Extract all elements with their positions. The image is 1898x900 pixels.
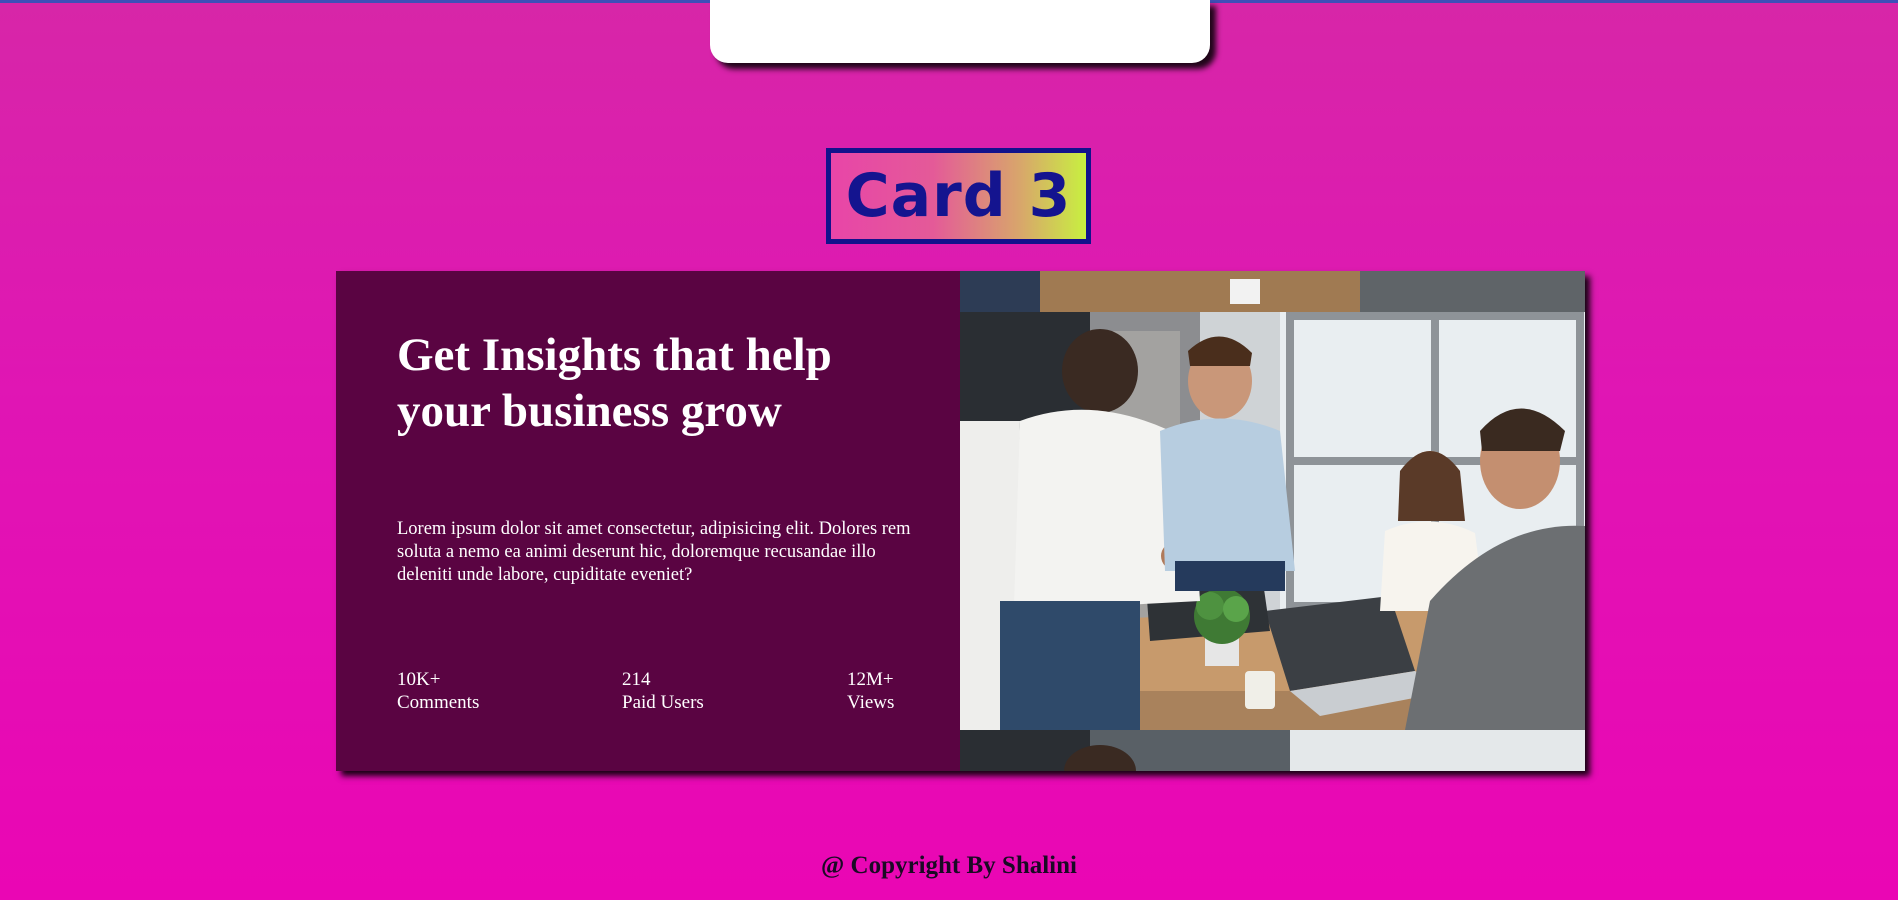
insights-card: Get Insights that help your business gro… [336, 271, 1585, 771]
stat-label: Views [847, 692, 895, 713]
stat-comments: 10K+ Comments [397, 668, 479, 714]
stat-value: 10K+ [397, 669, 441, 690]
insights-text-panel: Get Insights that help your business gro… [336, 271, 960, 771]
business-meeting-photo [960, 271, 1585, 771]
insights-description: Lorem ipsum dolor sit amet consectetur, … [397, 519, 911, 585]
stat-value: 12M+ [847, 669, 894, 690]
meeting-photo-illustration [960, 271, 1585, 771]
card-title: Card 3 [845, 161, 1072, 231]
stat-views: 12M+ Views [847, 668, 894, 714]
stat-value: 214 [622, 669, 651, 690]
previous-card-bottom [710, 0, 1210, 63]
insights-headline: Get Insights that help your business gro… [397, 329, 832, 437]
stat-label: Paid Users [622, 692, 704, 713]
stat-paid-users: 214 Paid Users [622, 668, 704, 714]
copyright-footer: @ Copyright By Shalini [821, 852, 1077, 879]
card-title-badge: Card 3 [826, 148, 1091, 244]
stat-label: Comments [397, 692, 480, 713]
